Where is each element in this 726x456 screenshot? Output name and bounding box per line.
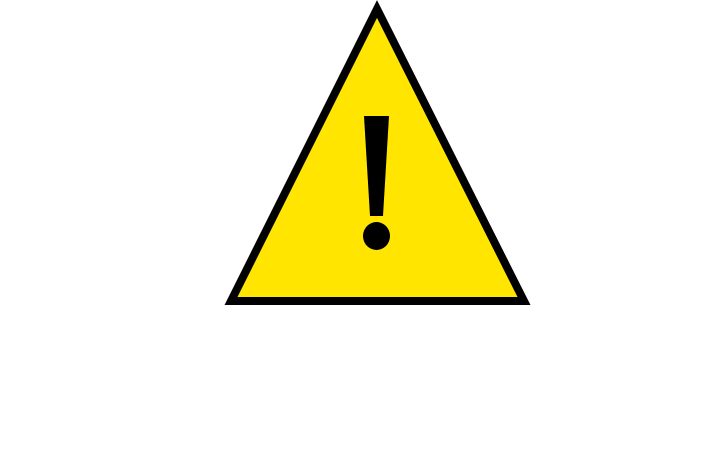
exclamation-dot <box>363 222 390 250</box>
warning-triangle-icon <box>224 0 531 305</box>
